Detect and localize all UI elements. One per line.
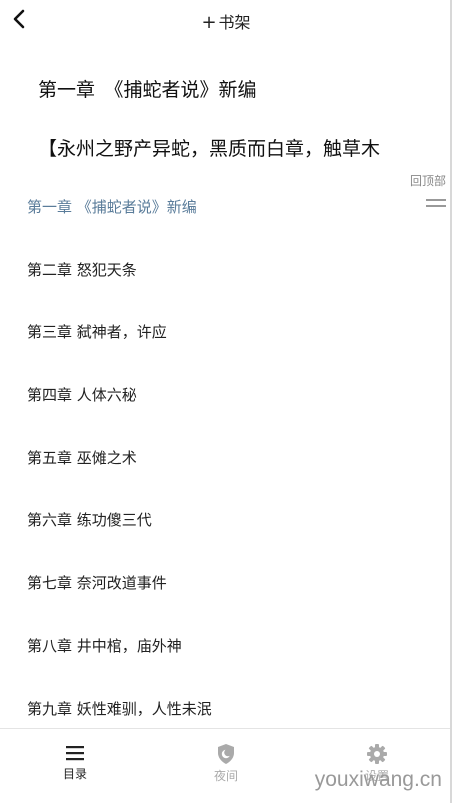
toc-item[interactable]: 第九章 妖性难驯，人性未泯 bbox=[0, 678, 452, 727]
back-to-top-button[interactable]: 回顶部 bbox=[410, 172, 446, 189]
tab-night-mode[interactable]: 夜间 bbox=[186, 743, 266, 784]
add-to-shelf-label: 书架 bbox=[218, 13, 251, 32]
toc-item[interactable]: 第六章 练功傻三代 bbox=[0, 489, 452, 552]
chapter-text-line: 【永州之野产异蛇，黑质而白章，触草木 bbox=[38, 138, 381, 160]
toc-item[interactable]: 第八章 井中棺，庙外神 bbox=[0, 615, 452, 678]
toc-item[interactable]: 第五章 巫傩之术 bbox=[0, 427, 452, 490]
add-to-shelf-button[interactable]: + 书架 bbox=[0, 9, 452, 33]
tab-night-mode-label: 夜间 bbox=[213, 769, 238, 783]
tab-catalog-label: 目录 bbox=[62, 767, 87, 781]
tab-catalog[interactable]: 目录 bbox=[35, 743, 115, 782]
table-of-contents: 第一章 《捕蛇者说》新编 第二章 怒犯天条 第三章 弑神者，许应 第四章 人体六秘 第五… bbox=[0, 176, 452, 726]
top-bar: + 书架 bbox=[0, 0, 452, 40]
chapter-heading: 第一章 《捕蛇者说》新编 bbox=[38, 79, 257, 101]
toc-item[interactable]: 第三章 弑神者，许应 bbox=[0, 301, 452, 364]
watermark: youxiwang.cn bbox=[314, 768, 442, 791]
toc-item[interactable]: 第一章 《捕蛇者说》新编 bbox=[0, 176, 452, 239]
plus-icon: + bbox=[201, 12, 217, 33]
toc-item[interactable]: 第七章 奈河改道事件 bbox=[0, 552, 452, 615]
drag-handle-icon[interactable] bbox=[426, 199, 446, 209]
toc-item[interactable]: 第四章 人体六秘 bbox=[0, 364, 452, 427]
gear-icon bbox=[367, 744, 387, 764]
shield-moon-icon bbox=[218, 744, 234, 764]
menu-icon bbox=[66, 746, 84, 761]
toc-item[interactable]: 第二章 怒犯天条 bbox=[0, 239, 452, 302]
bottom-toolbar: 目录 夜间 设置 bbox=[0, 728, 452, 804]
